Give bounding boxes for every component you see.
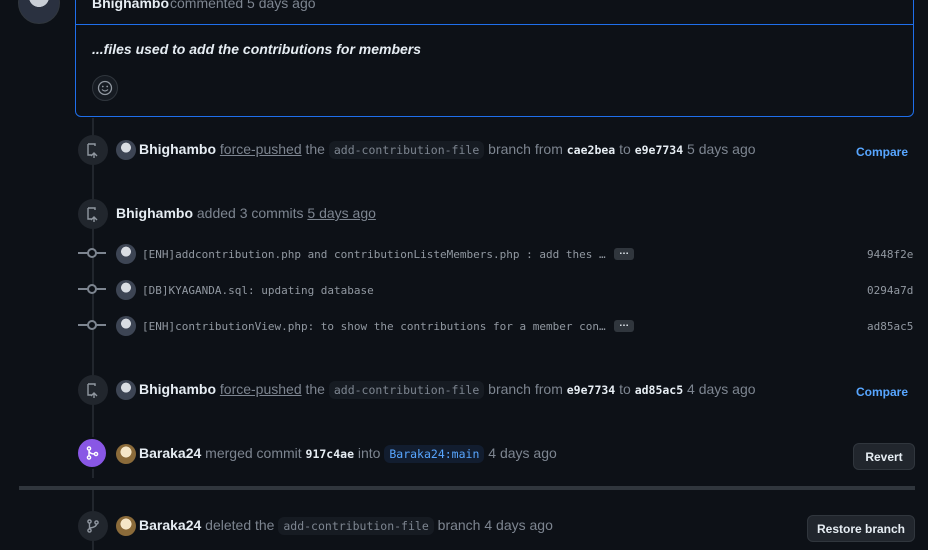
event-author[interactable]: Baraka24 [139, 517, 201, 533]
merge-event: Baraka24 merged commit 917c4ae into Bara… [139, 445, 557, 463]
deleted-branch-event: Baraka24 deleted the add-contribution-fi… [139, 517, 553, 535]
force-pushed-link[interactable]: force-pushed [220, 381, 302, 397]
commit-message[interactable]: [ENH]contributionView.php: to show the c… [142, 320, 606, 333]
event-text: into [357, 445, 381, 461]
branch-name[interactable]: add-contribution-file [328, 381, 485, 399]
restore-branch-button[interactable]: Restore branch [807, 515, 915, 542]
event-text: branch from [488, 381, 563, 397]
commit-message[interactable]: [ENH]addcontribution.php and contributio… [142, 248, 606, 261]
event-text: branch from [488, 141, 563, 157]
event-time[interactable]: 4 days ago [488, 445, 557, 461]
event-text: to [619, 141, 631, 157]
expand-message-button[interactable]: … [614, 247, 634, 260]
avatar[interactable] [116, 280, 136, 300]
branch-name[interactable]: add-contribution-file [278, 517, 434, 535]
push-event-1: Bhighambo force-pushed the add-contribut… [139, 141, 756, 159]
comment-body: ...files used to add the contributions f… [92, 41, 422, 57]
event-text: to [619, 381, 631, 397]
from-sha-link[interactable]: e9e7734 [567, 383, 615, 397]
avatar[interactable] [116, 444, 136, 464]
event-text: merged commit [205, 445, 302, 461]
smiley-icon [97, 80, 113, 96]
merged-icon [76, 437, 108, 469]
event-text: the [305, 381, 325, 397]
commenter-avatar[interactable] [18, 0, 60, 24]
event-author[interactable]: Bhighambo [139, 381, 216, 397]
commit-dot-icon [87, 284, 97, 294]
avatar[interactable] [116, 380, 136, 400]
timeline-divider [19, 486, 915, 490]
avatar[interactable] [116, 244, 136, 264]
comment-meta[interactable]: commented 5 days ago [170, 0, 316, 11]
push-icon [78, 135, 108, 165]
avatar[interactable] [116, 316, 136, 336]
commit-sha[interactable]: ad85ac5 [867, 320, 913, 333]
comment-menu-icon[interactable]: ··· [874, 0, 895, 8]
event-author[interactable]: Bhighambo [116, 205, 193, 221]
event-time[interactable]: 5 days ago [307, 205, 376, 221]
comment-author[interactable]: Bhighambo [92, 0, 169, 11]
force-pushed-link[interactable]: force-pushed [220, 141, 302, 157]
to-sha-link[interactable]: e9e7734 [635, 143, 683, 157]
added-commits-event: Bhighambo added 3 commits 5 days ago [116, 205, 376, 221]
event-text: branch 4 days ago [437, 517, 553, 533]
comment-header: Bhighambo commented 5 days ago ··· [76, 0, 913, 25]
compare-link[interactable]: Compare [856, 145, 908, 159]
commit-dot-icon [87, 248, 97, 258]
event-text: the [305, 141, 325, 157]
compare-link[interactable]: Compare [856, 385, 908, 399]
event-author[interactable]: Baraka24 [139, 445, 201, 461]
avatar[interactable] [116, 140, 136, 160]
event-author[interactable]: Bhighambo [139, 141, 216, 157]
commit-sha[interactable]: 0294a7d [867, 284, 913, 297]
push-icon [78, 199, 108, 229]
event-time[interactable]: 4 days ago [687, 381, 756, 397]
commit-dot-icon [87, 320, 97, 330]
merge-sha-link[interactable]: 917c4ae [306, 447, 354, 461]
to-sha-link[interactable]: ad85ac5 [635, 383, 683, 397]
branch-deleted-icon [78, 511, 108, 541]
comment-box: Bhighambo commented 5 days ago ··· ...fi… [75, 0, 914, 117]
expand-message-button[interactable]: … [614, 319, 634, 332]
event-text: added 3 commits [196, 205, 304, 221]
commit-sha[interactable]: 9448f2e [867, 248, 913, 261]
branch-name[interactable]: add-contribution-file [328, 141, 485, 159]
target-branch[interactable]: Baraka24:main [384, 445, 485, 463]
timeline-line [92, 118, 94, 478]
commit-message[interactable]: [DB]KYAGANDA.sql: updating database [142, 284, 374, 297]
event-time[interactable]: 5 days ago [687, 141, 756, 157]
from-sha-link[interactable]: cae2bea [567, 143, 615, 157]
revert-button[interactable]: Revert [853, 443, 915, 470]
push-event-2: Bhighambo force-pushed the add-contribut… [139, 381, 756, 399]
add-reaction-button[interactable] [92, 75, 118, 101]
push-icon [78, 375, 108, 405]
avatar[interactable] [116, 516, 136, 536]
event-text: deleted the [205, 517, 275, 533]
